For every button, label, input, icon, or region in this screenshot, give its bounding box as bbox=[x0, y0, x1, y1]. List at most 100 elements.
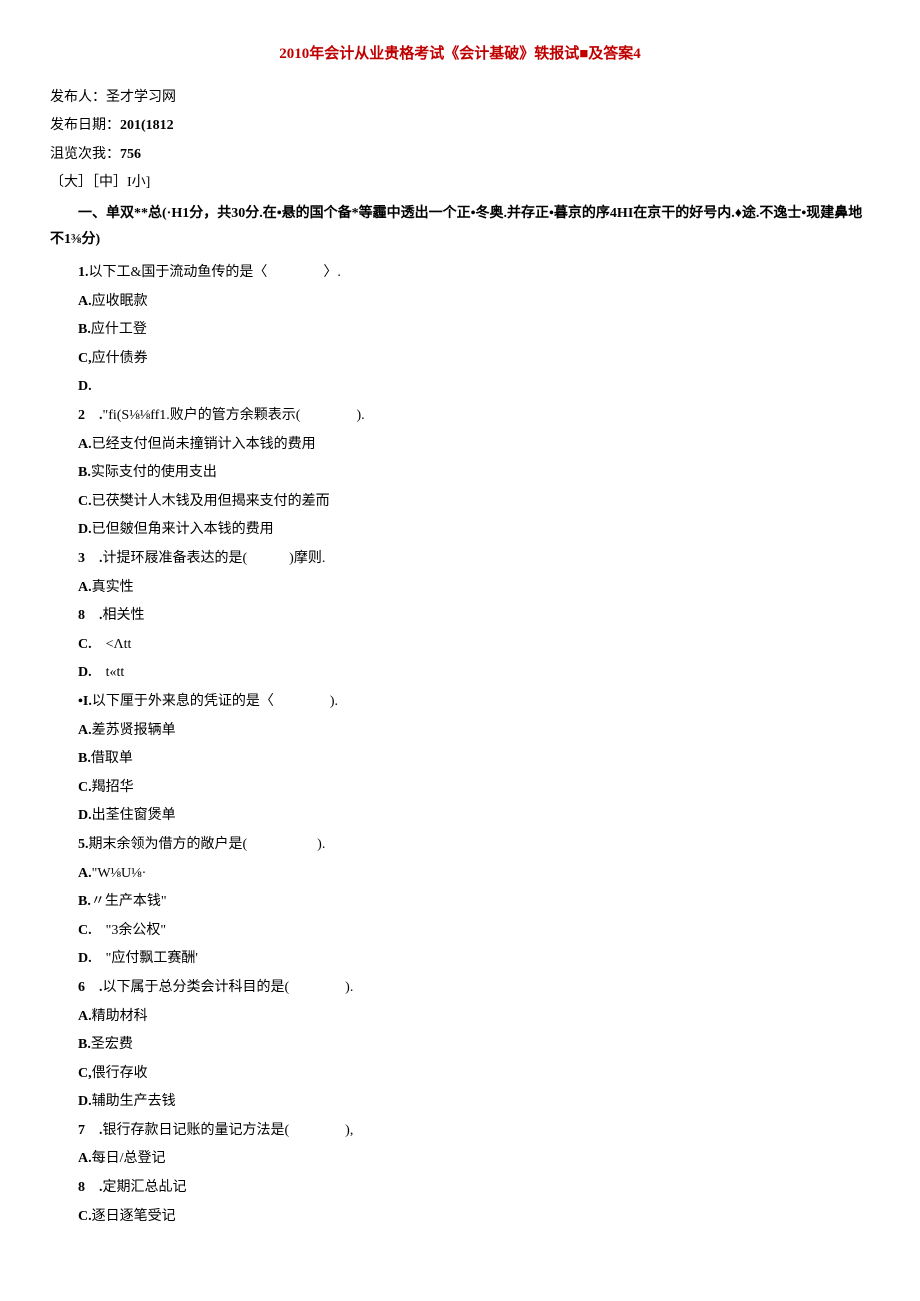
question-number: •I. bbox=[78, 694, 92, 709]
option-label: D. bbox=[78, 808, 92, 823]
option-text: 已经支付但尚未撞销计入本钱的费用 bbox=[92, 437, 316, 452]
question-stem: 计提环屐准备表达的是( )摩则. bbox=[103, 551, 326, 566]
option-label: C. bbox=[78, 494, 92, 509]
option: A.已经支付但尚未撞销计入本钱的费用 bbox=[50, 432, 870, 459]
option-text: 〃生产本钱" bbox=[91, 894, 167, 909]
option-text: 相关性 bbox=[103, 608, 145, 623]
option: B.实际支付的使用支出 bbox=[50, 460, 870, 487]
option-label: B. bbox=[78, 465, 91, 480]
question-text: 5.期末余领为借方的敞户是( ). bbox=[50, 832, 870, 859]
option: D.辅助生产去钱 bbox=[50, 1089, 870, 1116]
question-stem: 以下属于总分类会计科目的是( ). bbox=[103, 980, 354, 995]
option: C.羯招华 bbox=[50, 775, 870, 802]
question-number: 5. bbox=[78, 837, 89, 852]
question-number: 2 . bbox=[78, 408, 103, 423]
question-number: 1. bbox=[78, 265, 89, 280]
option-text: 应什债券 bbox=[92, 351, 148, 366]
option-text: 借取单 bbox=[91, 751, 133, 766]
option-label: B. bbox=[78, 1037, 91, 1052]
option-label: D. bbox=[78, 951, 106, 966]
option-text: 已茯樊计人木钱及用但揭来支付的差而 bbox=[92, 494, 330, 509]
question-stem: 以下工&国于流动鱼传的是〈 〉. bbox=[89, 265, 341, 280]
option-text: "应付飘工赛酬' bbox=[106, 951, 198, 966]
option-label: 8 . bbox=[78, 1180, 103, 1195]
option: C,应什债券 bbox=[50, 346, 870, 373]
option-text: 逐日逐笔受记 bbox=[92, 1209, 176, 1224]
option: B.应什工登 bbox=[50, 317, 870, 344]
question-number: 7 . bbox=[78, 1123, 103, 1138]
option-text: 偎行存收 bbox=[92, 1066, 148, 1081]
question-text: 6 .以下属于总分类会计科目的是( ). bbox=[50, 975, 870, 1002]
question-number: 3 . bbox=[78, 551, 103, 566]
option-label: A. bbox=[78, 1151, 92, 1166]
option-label: A. bbox=[78, 866, 92, 881]
question-text: 2 ."fi(S⅛⅛ff1.败户的管方余颗表示( ). bbox=[50, 403, 870, 430]
option: A.每日/总登记 bbox=[50, 1146, 870, 1173]
section-intro: 一、单双**总(·H1分，共30分.在•悬的国个备*等霾中透出一个正•冬奥.并存… bbox=[50, 201, 870, 254]
option-label: D. bbox=[78, 379, 92, 394]
document-title: 2010年会计从业贵格考试《会计基破》轶报试■及答案4 bbox=[50, 40, 870, 69]
option-label: C. bbox=[78, 1209, 92, 1224]
option: B.〃生产本钱" bbox=[50, 889, 870, 916]
option-label: B. bbox=[78, 751, 91, 766]
option-text: 真实性 bbox=[92, 580, 134, 595]
option: 8 .定期汇总乩记 bbox=[50, 1175, 870, 1202]
option-label: A. bbox=[78, 1009, 92, 1024]
option-label: C. bbox=[78, 923, 106, 938]
option-text: 羯招华 bbox=[92, 780, 134, 795]
option-text: 应什工登 bbox=[91, 322, 147, 337]
option: C. <Λtt bbox=[50, 632, 870, 659]
option: D.已但皴但角来计入本钱的费用 bbox=[50, 517, 870, 544]
date-line: 发布日期：201(1812 bbox=[50, 113, 870, 140]
option-label: C, bbox=[78, 1066, 92, 1081]
option-label: B. bbox=[78, 894, 91, 909]
option-label: C. bbox=[78, 637, 106, 652]
option-text: 圣宏费 bbox=[91, 1037, 133, 1052]
publisher-line: 发布人：圣才学习网 bbox=[50, 85, 870, 112]
option: A.差苏贤报辆单 bbox=[50, 718, 870, 745]
option: C,偎行存收 bbox=[50, 1061, 870, 1088]
question-stem: 以下厘于外来息的凭证的是〈 ). bbox=[92, 694, 338, 709]
option: D. t«tt bbox=[50, 660, 870, 687]
option-label: D. bbox=[78, 522, 92, 537]
question-number: 6 . bbox=[78, 980, 103, 995]
option: A.应收眠款 bbox=[50, 289, 870, 316]
option: A.真实性 bbox=[50, 575, 870, 602]
option: D. bbox=[50, 374, 870, 401]
question-stem: 银行存款日记账的量记方法是( ), bbox=[103, 1123, 354, 1138]
option-label: B. bbox=[78, 322, 91, 337]
question-text: •I.以下厘于外来息的凭证的是〈 ). bbox=[50, 689, 870, 716]
size-options: 〔大］［中］I小] bbox=[50, 170, 870, 197]
option: A.精助材科 bbox=[50, 1004, 870, 1031]
option-label: A. bbox=[78, 437, 92, 452]
option-text: 实际支付的使用支出 bbox=[91, 465, 217, 480]
option-text: 精助材科 bbox=[92, 1009, 148, 1024]
option-label: D. bbox=[78, 1094, 92, 1109]
option: C.逐日逐笔受记 bbox=[50, 1204, 870, 1231]
option-text: 辅助生产去钱 bbox=[92, 1094, 176, 1109]
option-label: C, bbox=[78, 351, 92, 366]
option-text: 应收眠款 bbox=[92, 294, 148, 309]
option-text: "3余公权" bbox=[106, 923, 166, 938]
option-label: 8 . bbox=[78, 608, 103, 623]
option: C.已茯樊计人木钱及用但揭来支付的差而 bbox=[50, 489, 870, 516]
option-label: C. bbox=[78, 780, 92, 795]
document-meta: 发布人：圣才学习网 发布日期：201(1812 沮览次我：756 〔大］［中］I… bbox=[50, 85, 870, 197]
option-label: A. bbox=[78, 294, 92, 309]
option-text: "W⅛U⅛· bbox=[92, 866, 147, 881]
option-label: A. bbox=[78, 723, 92, 738]
option-text: 差苏贤报辆单 bbox=[92, 723, 176, 738]
option: B.圣宏费 bbox=[50, 1032, 870, 1059]
question-stem: 期末余领为借方的敞户是( ). bbox=[89, 837, 326, 852]
option-text: 每日/总登记 bbox=[92, 1151, 166, 1166]
option: D.出荃住窗煲单 bbox=[50, 803, 870, 830]
option-label: A. bbox=[78, 580, 92, 595]
option: 8 .相关性 bbox=[50, 603, 870, 630]
option: C. "3余公权" bbox=[50, 918, 870, 945]
option-text: t«tt bbox=[106, 665, 125, 680]
views-line: 沮览次我：756 bbox=[50, 142, 870, 169]
option: A."W⅛U⅛· bbox=[50, 861, 870, 888]
question-text: 7 .银行存款日记账的量记方法是( ), bbox=[50, 1118, 870, 1145]
option-text: <Λtt bbox=[106, 637, 132, 652]
question-stem: "fi(S⅛⅛ff1.败户的管方余颗表示( ). bbox=[103, 408, 365, 423]
